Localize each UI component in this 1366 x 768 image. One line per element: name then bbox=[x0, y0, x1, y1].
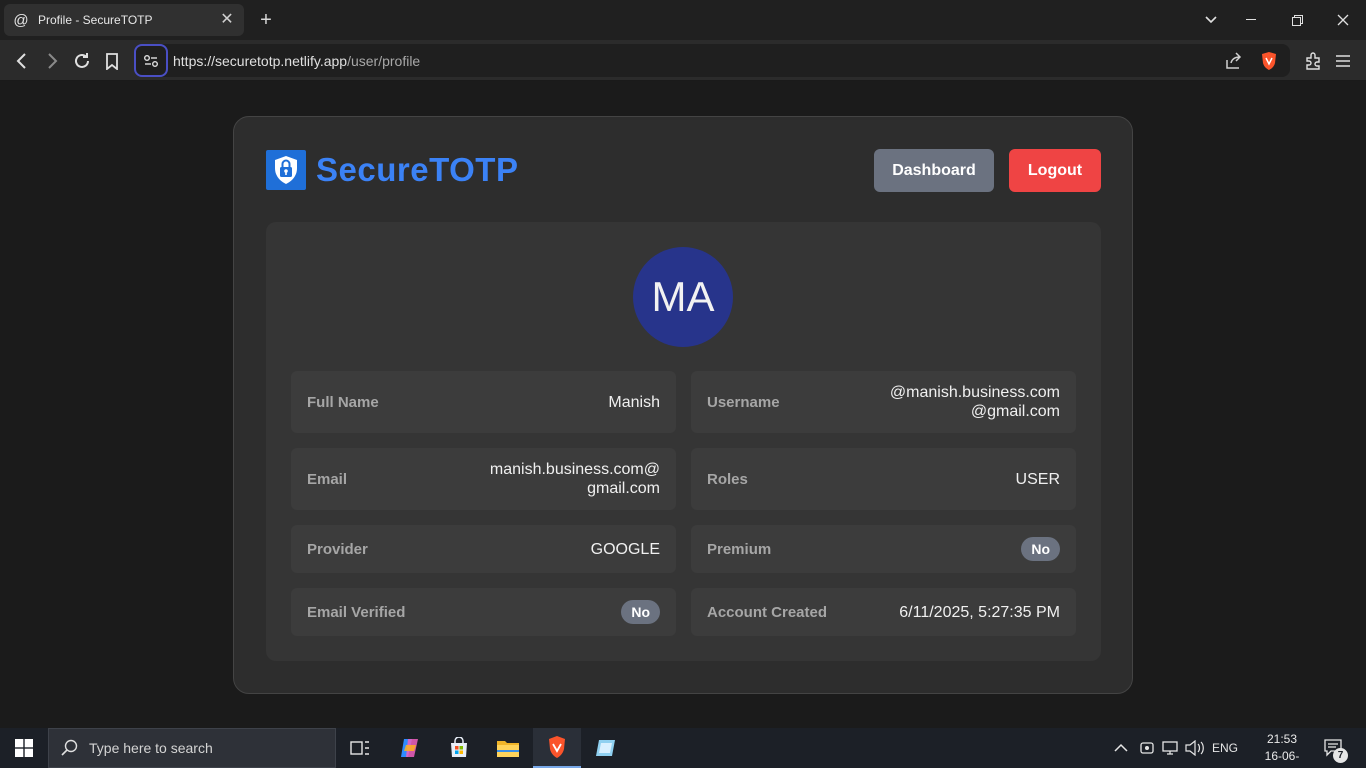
site-settings-icon[interactable] bbox=[134, 44, 168, 77]
profile-details-panel: MA Full Name Manish Username @manish.bus… bbox=[266, 222, 1101, 661]
field-label: Account Created bbox=[707, 603, 828, 621]
field-value: 6/11/2025, 5:27:35 PM bbox=[899, 603, 1060, 621]
show-hidden-icons-chevron-icon[interactable] bbox=[1114, 728, 1128, 768]
at-sign-icon: @ bbox=[13, 11, 29, 29]
restore-button[interactable] bbox=[1274, 0, 1320, 40]
search-icon bbox=[61, 739, 78, 756]
profile-card: SecureTOTP Dashboard Logout MA Full Name… bbox=[233, 116, 1133, 694]
lock-shield-icon bbox=[266, 150, 306, 190]
browser-toolbar: https://securetotp.netlify.app/user/prof… bbox=[0, 40, 1366, 81]
field-roles: Roles USER bbox=[691, 448, 1076, 510]
extensions-icon[interactable] bbox=[1300, 48, 1326, 74]
url-host: https://securetotp.netlify.app bbox=[173, 53, 348, 69]
email-line-1: manish.business.com@ bbox=[489, 461, 660, 478]
clock-time: 21:53 bbox=[1266, 732, 1298, 746]
tab-title: Profile - SecureTOTP bbox=[38, 13, 153, 27]
email-verified-badge: No bbox=[621, 600, 660, 624]
reload-icon[interactable] bbox=[69, 48, 95, 74]
field-value: Manish bbox=[608, 393, 660, 411]
field-provider: Provider GOOGLE bbox=[291, 525, 676, 573]
browser-tab[interactable]: @ Profile - SecureTOTP ✕ bbox=[4, 4, 244, 36]
close-tab-icon[interactable]: ✕ bbox=[218, 11, 236, 29]
system-clock[interactable]: 21:53 16-06-2025 bbox=[1254, 731, 1310, 768]
brand-title: SecureTOTP bbox=[316, 151, 519, 188]
premium-badge: No bbox=[1021, 537, 1060, 561]
url-path: /user/profile bbox=[347, 53, 421, 69]
new-tab-button[interactable]: + bbox=[256, 8, 276, 32]
address-bar[interactable]: https://securetotp.netlify.app/user/prof… bbox=[134, 44, 1290, 77]
field-full-name: Full Name Manish bbox=[291, 371, 676, 433]
field-value: USER bbox=[1015, 470, 1060, 488]
field-label: Premium bbox=[707, 540, 772, 558]
field-value: @manish.business.com @gmail.com bbox=[890, 383, 1060, 421]
microsoft-store-icon[interactable] bbox=[435, 728, 483, 768]
taskbar-search-box[interactable]: Type here to search bbox=[48, 728, 336, 768]
app-window-icon[interactable] bbox=[582, 728, 630, 768]
share-icon[interactable] bbox=[1222, 50, 1244, 72]
brave-shields-icon[interactable] bbox=[1258, 50, 1280, 72]
windows-taskbar: Type here to search ENG 21:53 16-06-2025… bbox=[0, 728, 1366, 768]
network-icon[interactable] bbox=[1162, 728, 1180, 768]
field-value: manish.business.com@ gmail.com bbox=[490, 460, 660, 498]
avatar: MA bbox=[633, 247, 733, 347]
field-label: Username bbox=[707, 393, 780, 411]
field-label: Provider bbox=[307, 540, 368, 558]
notification-badge: 7 bbox=[1333, 748, 1348, 763]
search-placeholder: Type here to search bbox=[89, 740, 213, 756]
field-premium: Premium No bbox=[691, 525, 1076, 573]
language-indicator[interactable]: ENG bbox=[1212, 728, 1238, 768]
field-email: Email manish.business.com@ gmail.com bbox=[291, 448, 676, 510]
username-line-2: @gmail.com bbox=[970, 403, 1060, 420]
url-text[interactable]: https://securetotp.netlify.app/user/prof… bbox=[173, 53, 420, 69]
field-label: Email Verified bbox=[307, 603, 406, 621]
windows-start-icon[interactable] bbox=[0, 728, 48, 768]
copilot-icon[interactable] bbox=[386, 728, 434, 768]
meet-now-icon[interactable] bbox=[1139, 728, 1155, 768]
volume-icon[interactable] bbox=[1185, 728, 1205, 768]
dashboard-button[interactable]: Dashboard bbox=[874, 149, 994, 192]
field-username: Username @manish.business.com @gmail.com bbox=[691, 371, 1076, 433]
menu-icon[interactable] bbox=[1330, 48, 1356, 74]
field-label: Roles bbox=[707, 470, 748, 488]
forward-icon[interactable] bbox=[39, 48, 65, 74]
close-window-button[interactable] bbox=[1320, 0, 1366, 40]
file-explorer-icon[interactable] bbox=[484, 728, 532, 768]
email-line-2: gmail.com bbox=[587, 480, 660, 497]
field-label: Full Name bbox=[307, 393, 379, 411]
task-view-icon[interactable] bbox=[336, 728, 384, 768]
logout-button[interactable]: Logout bbox=[1009, 149, 1101, 192]
browser-titlebar: @ Profile - SecureTOTP ✕ + bbox=[0, 0, 1366, 40]
bookmark-icon[interactable] bbox=[99, 48, 125, 74]
clock-date: 16-06-2025 bbox=[1264, 749, 1300, 768]
back-icon[interactable] bbox=[9, 48, 35, 74]
username-line-1: @manish.business.com bbox=[889, 384, 1060, 401]
field-value: GOOGLE bbox=[590, 540, 660, 558]
minimize-button[interactable] bbox=[1228, 0, 1274, 40]
brave-browser-icon[interactable] bbox=[533, 728, 581, 768]
notification-center-icon[interactable]: 7 bbox=[1323, 728, 1348, 768]
field-label: Email bbox=[307, 470, 348, 488]
field-email-verified: Email Verified No bbox=[291, 588, 676, 636]
field-account-created: Account Created 6/11/2025, 5:27:35 PM bbox=[691, 588, 1076, 636]
